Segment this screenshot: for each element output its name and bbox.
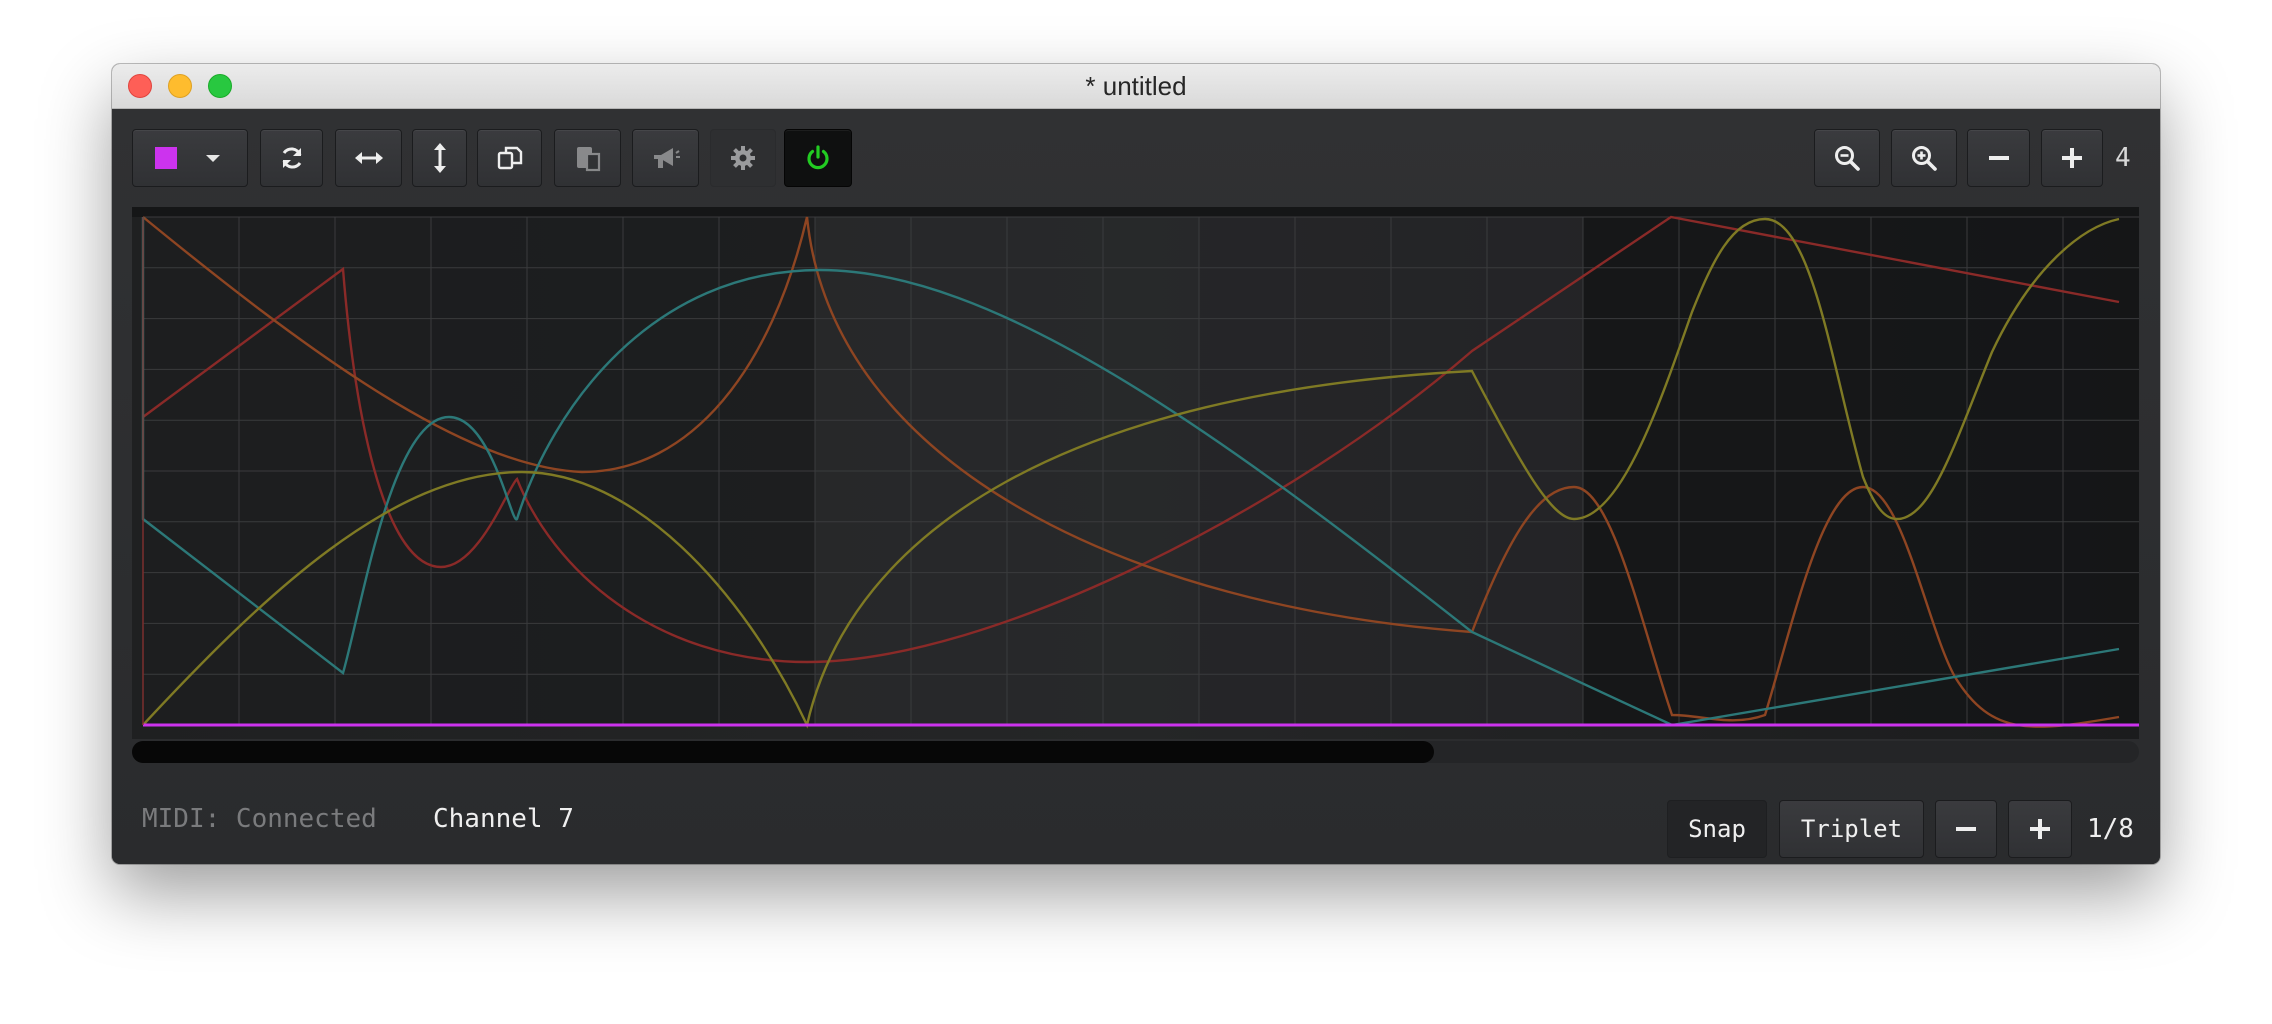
increase-button[interactable] (2041, 129, 2103, 187)
copy-button[interactable] (477, 129, 542, 187)
stretch-horizontal-button[interactable] (335, 129, 402, 187)
title-bar: * untitled (112, 64, 2160, 109)
editor-top-strip (132, 207, 2139, 217)
curve-editor[interactable] (132, 207, 2139, 739)
plus-icon (2062, 148, 2082, 168)
midi-channel[interactable]: Channel 7 (433, 799, 574, 839)
arrows-vertical-icon (433, 143, 446, 173)
power-icon (807, 145, 829, 170)
gear-icon (731, 146, 755, 170)
megaphone-icon (653, 148, 680, 168)
zoom-out-button[interactable] (1814, 129, 1880, 187)
minus-icon (1956, 827, 1976, 831)
power-button[interactable] (784, 129, 852, 187)
horizontal-scrollbar[interactable] (132, 741, 2139, 763)
window-body: 4 MIDI: Connected Channel 7 Snap Triplet… (112, 109, 2160, 864)
zoom-in-button[interactable] (1891, 129, 1957, 187)
settings-button[interactable] (710, 129, 776, 187)
minus-icon (1988, 156, 2009, 160)
grid-decrease-button[interactable] (1935, 800, 1997, 858)
scrollbar-thumb[interactable] (132, 741, 1434, 763)
grid-increase-button[interactable] (2008, 800, 2072, 858)
zoom-in-icon (1912, 146, 1937, 171)
paste-button[interactable] (554, 129, 621, 187)
refresh-icon (282, 147, 301, 169)
chevron-down-icon (206, 155, 220, 162)
arrows-horizontal-icon (354, 152, 383, 164)
stretch-vertical-button[interactable] (412, 129, 467, 187)
zoom-level: 4 (2115, 143, 2131, 173)
refresh-button[interactable] (260, 129, 323, 187)
app-window: * untitled 4 MIDI: Connected Channel 7 S… (112, 64, 2160, 864)
paste-icon (576, 147, 600, 172)
snap-button[interactable]: Snap (1667, 800, 1767, 858)
plus-icon (2030, 819, 2050, 839)
curve-canvas[interactable] (132, 207, 2139, 739)
midi-status: MIDI: Connected (142, 804, 377, 834)
copy-icon (497, 146, 522, 170)
color-swatch-icon (155, 147, 177, 169)
decrease-button[interactable] (1967, 129, 2030, 187)
window-title: * untitled (1085, 71, 1187, 101)
triplet-button[interactable]: Triplet (1779, 800, 1924, 858)
broadcast-button[interactable] (632, 129, 699, 187)
zoom-out-icon (1835, 146, 1860, 171)
color-select-button[interactable] (132, 129, 248, 187)
grid-division: 1/8 (2087, 814, 2134, 844)
